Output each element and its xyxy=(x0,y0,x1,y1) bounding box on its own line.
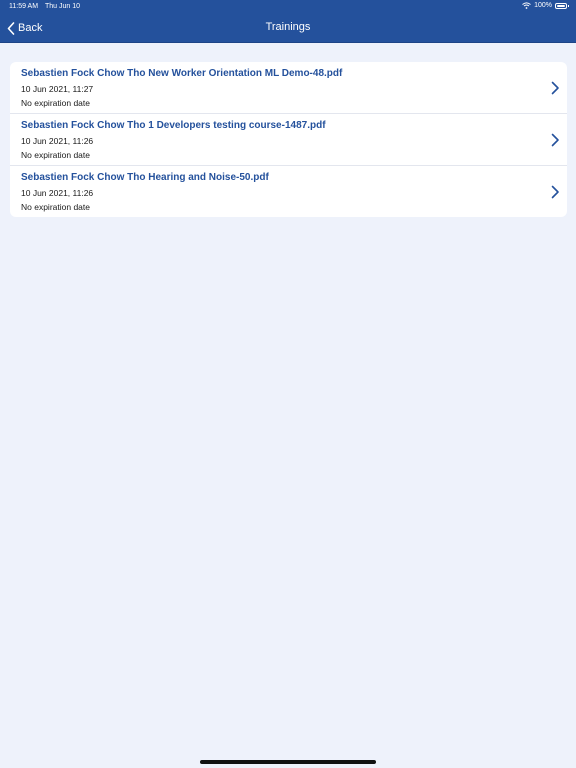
training-expiry: No expiration date xyxy=(21,202,90,212)
training-title: Sebastien Fock Chow Tho New Worker Orien… xyxy=(21,68,343,79)
status-indicators: 100% xyxy=(522,2,569,9)
chevron-right-icon xyxy=(551,133,559,147)
training-expiry: No expiration date xyxy=(21,98,90,108)
chevron-right-icon xyxy=(551,185,559,199)
training-date: 10 Jun 2021, 11:26 xyxy=(21,136,94,146)
training-title: Sebastien Fock Chow Tho 1 Developers tes… xyxy=(21,120,326,131)
status-date: Thu Jun 10 xyxy=(45,3,81,10)
training-date: 10 Jun 2021, 11:27 xyxy=(21,84,94,94)
training-date: 10 Jun 2021, 11:26 xyxy=(21,188,94,198)
status-bar: 11:59 AM Thu Jun 10 100% xyxy=(0,0,576,14)
trainings-list: Sebastien Fock Chow Tho New Worker Orien… xyxy=(10,62,567,217)
training-row-1[interactable]: Sebastien Fock Chow Tho New Worker Orien… xyxy=(10,62,567,114)
training-row-3[interactable]: Sebastien Fock Chow Tho Hearing and Nois… xyxy=(10,166,567,217)
status-time: 11:59 AM xyxy=(9,3,39,10)
page-title: Trainings xyxy=(265,21,311,33)
home-indicator[interactable] xyxy=(200,760,376,764)
training-title: Sebastien Fock Chow Tho Hearing and Nois… xyxy=(21,172,269,183)
battery-icon xyxy=(555,2,569,9)
training-expiry: No expiration date xyxy=(21,150,90,160)
navigation-header: 11:59 AM Thu Jun 10 100% Back Trainings xyxy=(0,0,576,43)
training-row-2[interactable]: Sebastien Fock Chow Tho 1 Developers tes… xyxy=(10,114,567,166)
wifi-icon xyxy=(522,2,531,9)
chevron-right-icon xyxy=(551,81,559,95)
battery-percent: 100% xyxy=(534,2,552,9)
